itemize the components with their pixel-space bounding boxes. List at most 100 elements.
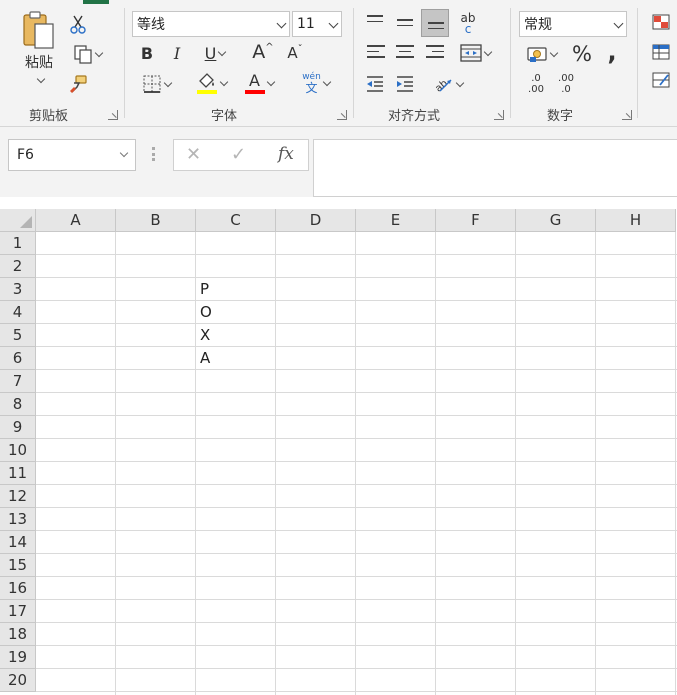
cell-c6[interactable]: A (196, 347, 275, 369)
row-header-10[interactable]: 10 (0, 439, 36, 462)
clipboard-launcher-icon[interactable] (108, 110, 118, 120)
select-all-button[interactable] (0, 209, 36, 232)
accounting-format-button[interactable] (519, 42, 563, 66)
shrink-font-button[interactable]: Aˇ (283, 42, 307, 64)
row-header-7[interactable]: 7 (0, 370, 36, 393)
paste-dropdown-icon[interactable] (36, 74, 45, 84)
font-name-dropdown[interactable]: 等线 (132, 11, 290, 37)
alignment-group-label: 对齐方式 (388, 109, 441, 124)
column-header-f[interactable]: F (436, 209, 516, 232)
row-header-9[interactable]: 9 (0, 416, 36, 439)
row-header-13[interactable]: 13 (0, 508, 36, 531)
phonetic-dropdown-icon[interactable] (322, 77, 332, 86)
row-header-15[interactable]: 15 (0, 554, 36, 577)
merge-center-button[interactable] (452, 40, 498, 66)
row-header-4[interactable]: 4 (0, 301, 36, 324)
formula-input[interactable] (313, 139, 677, 197)
spreadsheet-grid[interactable]: A B C D E F G H 1 2 3 4 5 6 7 8 9 10 11 12 13 14 15 16 17 18 19 20 P… (0, 209, 677, 695)
row-header-12[interactable]: 12 (0, 485, 36, 508)
row-header-18[interactable]: 18 (0, 623, 36, 646)
align-center-icon (396, 45, 414, 62)
row-header-20[interactable]: 20 (0, 669, 36, 692)
row-header-11[interactable]: 11 (0, 462, 36, 485)
column-header-g[interactable]: G (516, 209, 596, 232)
column-header-d[interactable]: D (276, 209, 356, 232)
bold-button[interactable]: B (136, 42, 158, 64)
column-header-h[interactable]: H (596, 209, 676, 232)
decrease-decimal-bottom: .0 (561, 84, 571, 95)
chevron-down-icon[interactable] (119, 148, 129, 158)
underline-label: U (204, 43, 217, 63)
gridline (36, 668, 677, 669)
number-format-value: 常规 (524, 17, 552, 33)
copy-button[interactable] (66, 42, 108, 66)
align-top-button[interactable] (362, 10, 388, 36)
cell-styles-button[interactable] (648, 70, 676, 90)
align-right-icon (426, 45, 444, 62)
align-bottom-button[interactable] (421, 9, 449, 37)
row-header-16[interactable]: 16 (0, 577, 36, 600)
align-center-button[interactable] (392, 40, 418, 66)
decrease-indent-button[interactable] (362, 71, 388, 97)
chevron-down-icon (613, 18, 624, 29)
column-header-b[interactable]: B (116, 209, 196, 232)
enter-icon[interactable]: ✓ (231, 144, 246, 165)
name-box[interactable]: F6 (8, 139, 136, 171)
wrap-text-button[interactable]: ab c (454, 10, 482, 38)
underline-dropdown-icon[interactable] (218, 47, 227, 56)
merge-dropdown-icon[interactable] (483, 47, 492, 56)
row-header-14[interactable]: 14 (0, 531, 36, 554)
row-header-3[interactable]: 3 (0, 278, 36, 301)
font-size-dropdown[interactable]: 11 (292, 11, 342, 37)
align-left-button[interactable] (362, 40, 388, 66)
cancel-icon[interactable]: ✕ (186, 144, 201, 165)
italic-button[interactable]: I (166, 42, 188, 64)
font-launcher-icon[interactable] (337, 110, 347, 120)
borders-button[interactable] (134, 72, 178, 96)
align-middle-icon (397, 19, 413, 30)
percent-style-button[interactable]: % (569, 42, 595, 66)
orientation-dropdown-icon[interactable] (455, 78, 464, 87)
borders-dropdown-icon[interactable] (163, 78, 172, 87)
decrease-decimal-button[interactable]: .00 .0 (551, 70, 581, 98)
increase-indent-button[interactable] (392, 71, 418, 97)
format-painter-button[interactable] (66, 72, 90, 96)
number-format-dropdown[interactable]: 常规 (519, 11, 627, 37)
accounting-dropdown-icon[interactable] (549, 48, 558, 57)
underline-button[interactable]: U (195, 42, 235, 64)
orientation-button[interactable]: ab (426, 71, 468, 97)
format-as-table-button[interactable] (648, 42, 676, 62)
align-right-button[interactable] (422, 40, 448, 66)
row-header-17[interactable]: 17 (0, 600, 36, 623)
comma-style-button[interactable]: , (599, 38, 625, 66)
phonetic-button[interactable]: wén 文 (295, 70, 337, 96)
paste-button[interactable]: 粘贴 (18, 10, 60, 90)
grow-font-button[interactable]: A ^ (251, 40, 275, 64)
fill-color-button[interactable] (191, 70, 231, 96)
row-header-6[interactable]: 6 (0, 347, 36, 370)
cell-c5[interactable]: X (196, 324, 275, 346)
row-header-1[interactable]: 1 (0, 232, 36, 255)
copy-dropdown-icon[interactable] (94, 48, 103, 57)
conditional-formatting-button[interactable] (648, 12, 676, 32)
ribbon: 粘贴 剪贴板 等线 11 B I U A ^ A ˇ A wén 文 字体 ab… (0, 0, 677, 127)
cut-button[interactable] (66, 12, 90, 36)
column-header-a[interactable]: A (36, 209, 116, 232)
number-launcher-icon[interactable] (622, 110, 632, 120)
fill-color-dropdown-icon[interactable] (219, 77, 228, 86)
row-header-8[interactable]: 8 (0, 393, 36, 416)
column-header-c[interactable]: C (196, 209, 276, 232)
formula-bar-grip-icon[interactable] (152, 147, 155, 161)
insert-function-icon[interactable]: fx (278, 144, 294, 164)
cell-c3[interactable]: P (196, 278, 275, 300)
column-header-e[interactable]: E (356, 209, 436, 232)
alignment-launcher-icon[interactable] (494, 110, 504, 120)
font-color-button[interactable]: A (238, 70, 280, 96)
font-color-dropdown-icon[interactable] (266, 77, 275, 86)
row-header-19[interactable]: 19 (0, 646, 36, 669)
increase-decimal-button[interactable]: .0 .00 (521, 70, 551, 98)
row-header-5[interactable]: 5 (0, 324, 36, 347)
row-header-2[interactable]: 2 (0, 255, 36, 278)
cell-c4[interactable]: O (196, 301, 275, 323)
align-middle-button[interactable] (392, 10, 418, 36)
